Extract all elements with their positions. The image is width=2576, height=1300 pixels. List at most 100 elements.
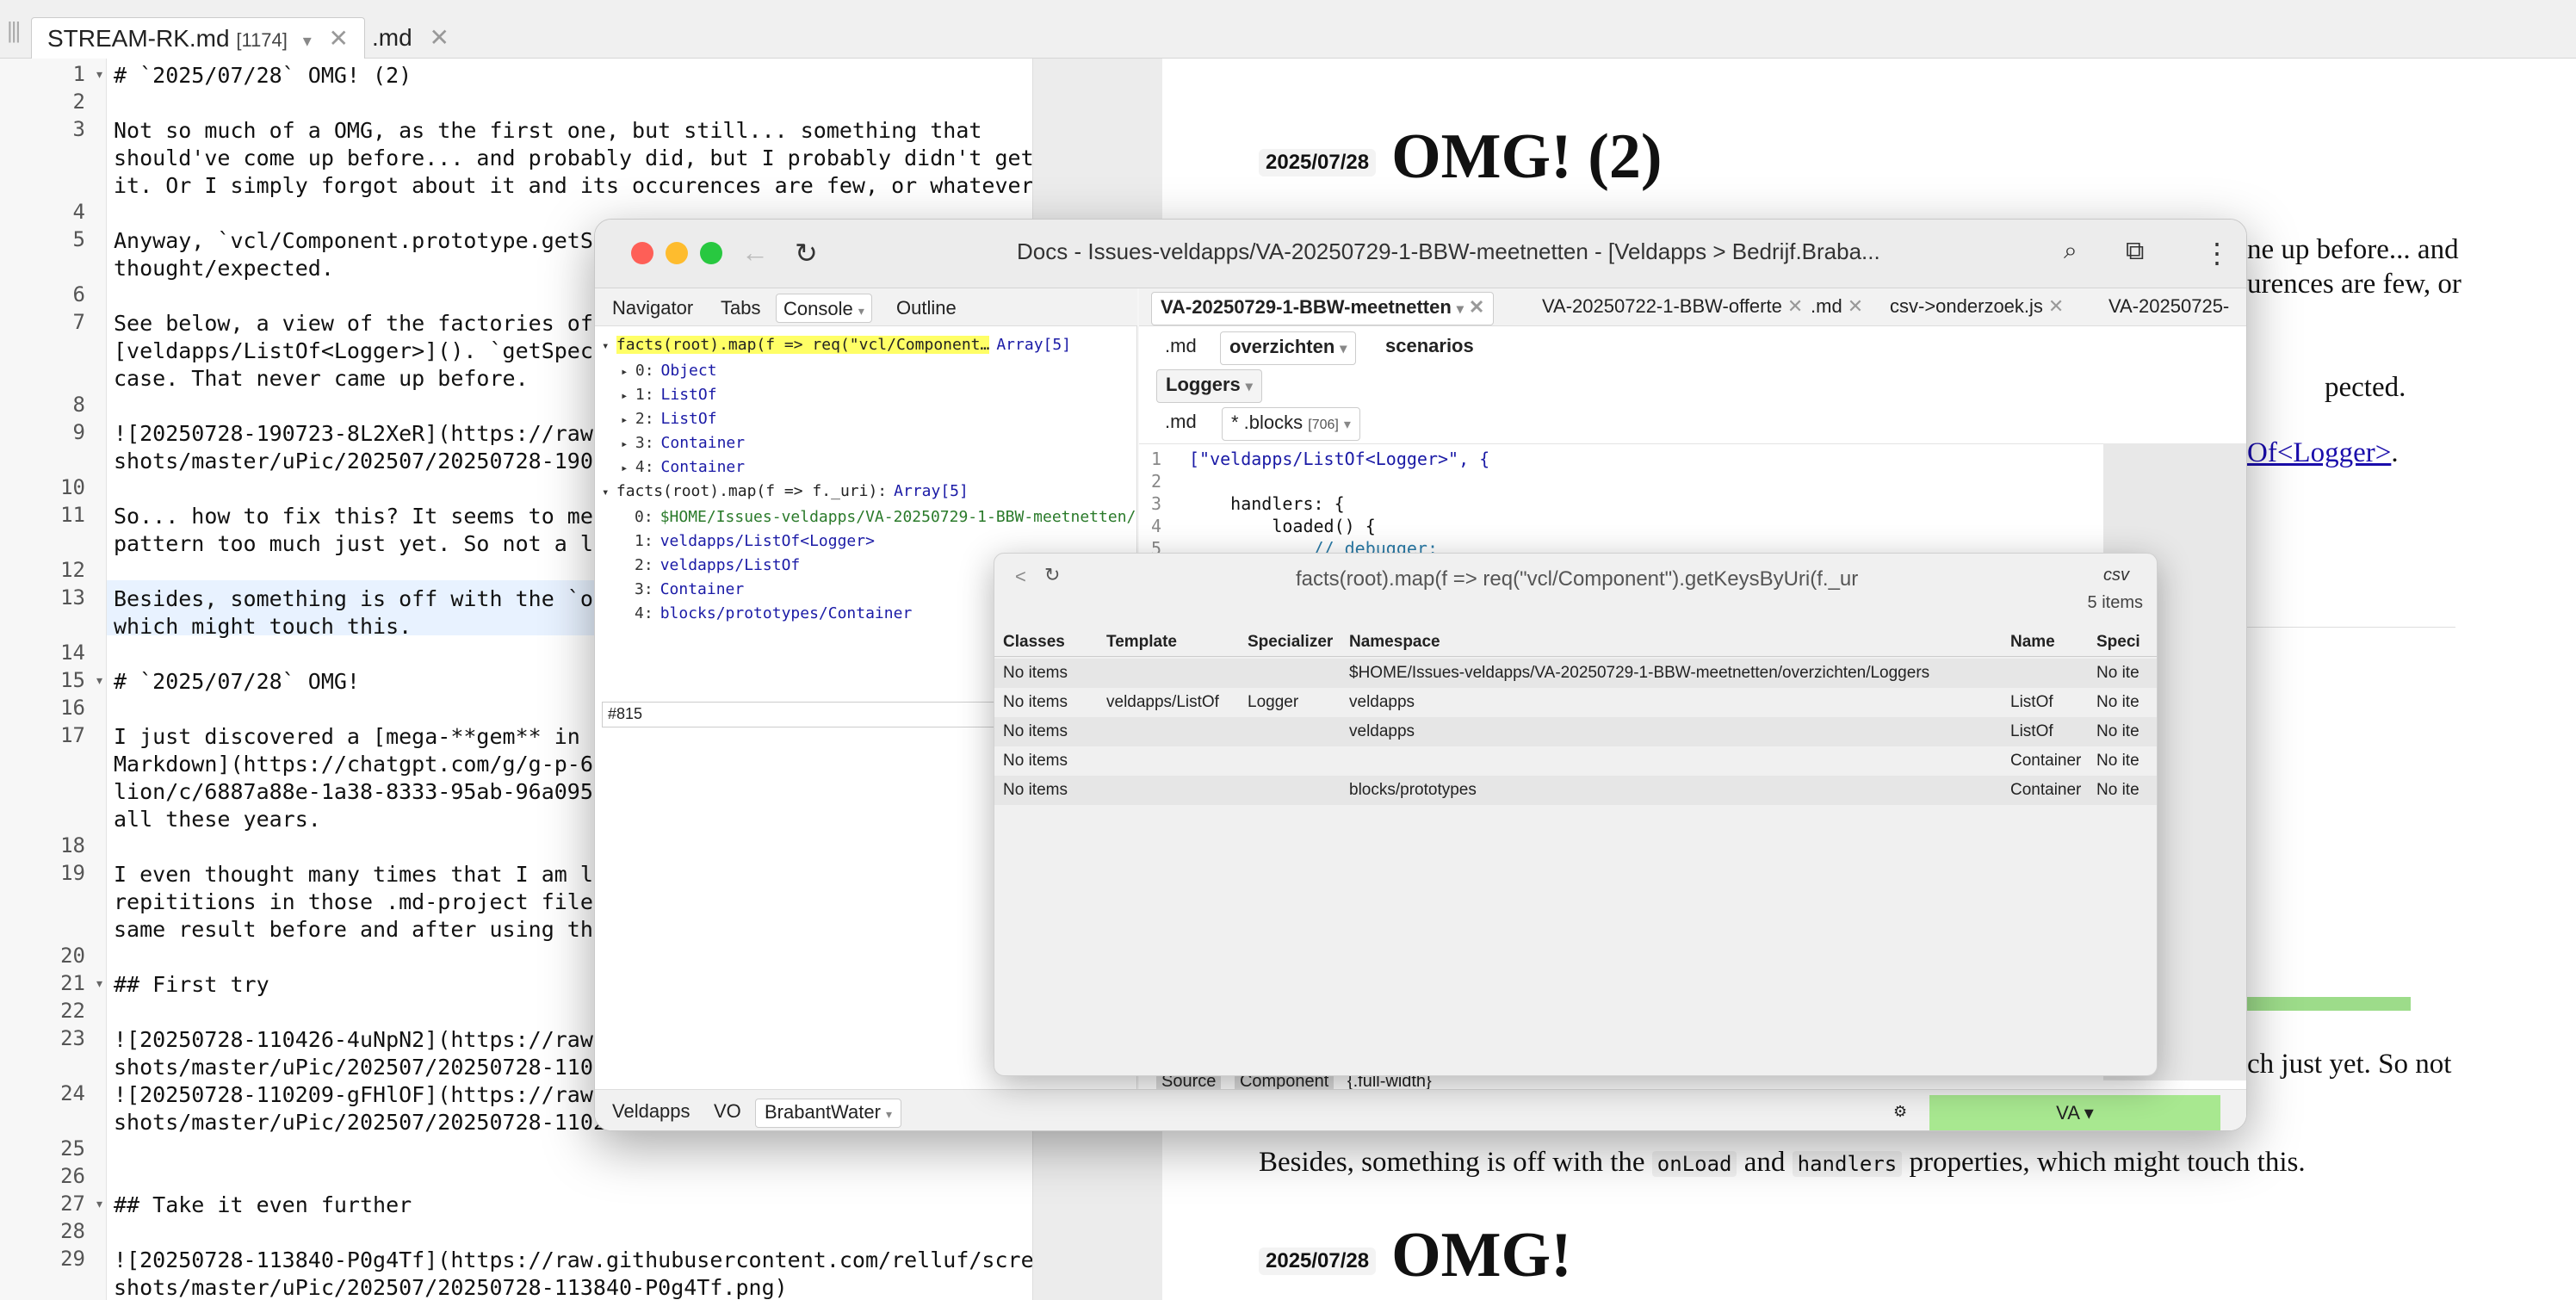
console-expression[interactable]: ▾ facts(root).map(f => req("vcl/Componen…: [602, 333, 1071, 358]
close-icon[interactable]: ✕: [1787, 295, 1803, 317]
tab-md[interactable]: .md ✕: [1802, 292, 1872, 321]
column-header[interactable]: Speci: [2096, 628, 2157, 657]
close-icon[interactable]: ✕: [429, 24, 449, 51]
tab-md[interactable]: .md ✕: [356, 17, 465, 59]
tab-va-20250725[interactable]: VA-20250725-: [2100, 292, 2238, 321]
tab-label: .md: [372, 24, 412, 51]
line-number: 15: [60, 668, 85, 692]
chevron-down-icon: ▾: [1340, 342, 1347, 356]
console-value-row[interactable]: 4: blocks/prototypes/Container: [635, 602, 912, 626]
column-header[interactable]: Specializer: [1248, 628, 1346, 657]
reload-icon[interactable]: ↻: [795, 237, 818, 269]
column-header[interactable]: Template: [1106, 628, 1244, 657]
close-icon[interactable]: ✕: [1848, 295, 1863, 317]
window-titlebar[interactable]: ← ↻ Docs - Issues-veldapps/VA-20250729-1…: [595, 220, 2246, 288]
tab-va-20250722[interactable]: VA-20250722-1-BBW-offerte ✕: [1533, 292, 1811, 321]
tab-label: STREAM-RK.md: [47, 25, 230, 52]
console-value-row[interactable]: 3: Container: [635, 578, 744, 602]
fold-toggle-icon[interactable]: ▾: [96, 1197, 102, 1211]
console-value-row[interactable]: ▸ 1: ListOf: [621, 383, 717, 408]
tab-loggers[interactable]: Loggers ▾: [1156, 369, 1262, 403]
back-arrow-icon[interactable]: <: [1015, 566, 1026, 588]
code-line: lion/c/6887a88e-1a38-8333-95ab-96a09587: [114, 779, 619, 804]
minimize-window-button[interactable]: [666, 242, 688, 264]
table-row[interactable]: No items $HOME/Issues-veldapps/VA-2025072…: [994, 659, 2157, 688]
fold-toggle-icon[interactable]: ▾: [96, 67, 102, 82]
tab-csv-onderzoek[interactable]: csv->onderzoek.js ✕: [1881, 292, 2072, 321]
refresh-icon[interactable]: ↻: [1044, 564, 1060, 586]
zoom-window-button[interactable]: [700, 242, 722, 264]
line-number: 21: [60, 971, 85, 995]
table-row[interactable]: No items blocks/prototypes Container No ite: [994, 776, 2157, 805]
console-value-row[interactable]: ▸ 2: ListOf: [621, 407, 717, 432]
table-row[interactable]: No items veldapps/ListOf Logger veldapps Lis…: [994, 688, 2157, 717]
tab-va-20250729[interactable]: VA-20250729-1-BBW-meetnetten ▾ ✕: [1151, 292, 1495, 325]
console-value-row[interactable]: 2: veldapps/ListOf: [635, 554, 800, 578]
format-label[interactable]: csv: [2103, 566, 2129, 585]
preview-text: ne up before... and: [2247, 234, 2459, 265]
more-menu-icon[interactable]: ⋮: [2203, 237, 2231, 269]
subtab-scenarios[interactable]: scenarios: [1377, 331, 1483, 361]
console-expression[interactable]: ▾ facts(root).map(f => f._uri): Array[5]: [602, 480, 969, 505]
line-number: 20: [60, 944, 85, 968]
console-value-row[interactable]: ▸ 4: Container: [621, 455, 745, 480]
search-icon[interactable]: ⌕: [2064, 237, 2078, 265]
console-value-row[interactable]: 1: veldapps/ListOf<Logger>: [635, 529, 875, 554]
code-line: it. Or I simply forgot about it and its …: [114, 173, 1033, 198]
tab-tabs[interactable]: Tabs: [714, 294, 767, 323]
console-value-row[interactable]: 0: $HOME/Issues-veldapps/VA-20250729-1-BB…: [635, 505, 1136, 529]
line-number: 26: [60, 1164, 85, 1188]
console-value-row[interactable]: ▸ 0: Object: [621, 359, 717, 384]
preview-heading-2: 2025/07/28 OMG!: [1259, 1219, 1572, 1292]
table-row[interactable]: No items Container No ite: [994, 746, 2157, 776]
console-value-row[interactable]: ▸ 3: Container: [621, 431, 745, 456]
code-line: [veldapps/ListOf<Logger>](). `getSpecia: [114, 338, 619, 363]
status-veldapps[interactable]: Veldapps: [612, 1099, 690, 1124]
blocks-code-editor[interactable]: 1 ["veldapps/ListOf<Logger>", {2 3 handler…: [1139, 443, 2246, 564]
close-icon[interactable]: ✕: [329, 25, 349, 52]
expand-arrow-icon[interactable]: ▾: [602, 486, 616, 499]
fold-toggle-icon[interactable]: ▾: [96, 673, 102, 688]
status-brabantwater[interactable]: BrabantWater ▾: [755, 1099, 902, 1128]
subtab-md[interactable]: .md: [1156, 331, 1205, 361]
blocks-tab-active[interactable]: * .blocks [706] ▾: [1222, 407, 1360, 441]
tab-outline[interactable]: Outline: [889, 294, 963, 323]
status-vo[interactable]: VO: [714, 1099, 741, 1124]
back-arrow-icon[interactable]: ←: [741, 237, 769, 269]
expand-arrow-icon[interactable]: ▸: [621, 437, 635, 451]
code-line: handlers: {: [1189, 493, 1345, 514]
extension-icon[interactable]: ⧉: [2126, 237, 2144, 266]
expand-arrow-icon[interactable]: ▸: [621, 365, 635, 379]
settings-gear-icon[interactable]: ⚙: [1893, 1099, 1907, 1124]
line-number: 29: [60, 1247, 85, 1271]
tab-console[interactable]: Console ▾: [776, 294, 872, 323]
preview-link[interactable]: Of<Logger>.: [2247, 436, 2399, 470]
line-number: 4: [72, 200, 85, 224]
csv-result-popup[interactable]: < ↻ facts(root).map(f => req("vcl/Compon…: [994, 553, 2158, 1076]
table-row[interactable]: No items veldapps ListOf No ite: [994, 717, 2157, 746]
fold-toggle-icon[interactable]: ▾: [96, 976, 102, 991]
line-number: 23: [60, 1026, 85, 1050]
blocks-tab-md[interactable]: .md: [1156, 407, 1205, 436]
tab-navigator[interactable]: Navigator: [605, 294, 700, 323]
column-header[interactable]: Name: [2010, 628, 2093, 657]
expand-arrow-icon[interactable]: ▸: [621, 461, 635, 475]
chevron-down-icon[interactable]: ▾: [303, 32, 312, 51]
tab-stream-rk[interactable]: STREAM-RK.md [1174] ▾ ✕: [31, 17, 365, 59]
expand-arrow-icon[interactable]: ▾: [602, 339, 616, 353]
column-header[interactable]: Namespace: [1349, 628, 2003, 657]
column-header[interactable]: Classes: [1003, 628, 1105, 657]
expand-arrow-icon[interactable]: ▸: [621, 413, 635, 427]
close-icon[interactable]: ✕: [2048, 295, 2064, 317]
line-number: 10: [60, 475, 85, 499]
va-menu-button[interactable]: VA ▾: [1929, 1095, 2220, 1130]
drag-handle-icon[interactable]: |||: [7, 19, 22, 41]
code-line: Anyway, `vcl/Component.prototype.getSpe: [114, 228, 619, 253]
close-window-button[interactable]: [631, 242, 653, 264]
line-number: 14: [60, 641, 85, 665]
expand-arrow-icon[interactable]: ▸: [621, 389, 635, 403]
line-number: 1: [1151, 449, 1162, 469]
subtab-overzichten[interactable]: overzichten ▾: [1220, 331, 1357, 365]
line-number: 5: [72, 227, 85, 251]
close-icon[interactable]: ✕: [1469, 296, 1484, 318]
